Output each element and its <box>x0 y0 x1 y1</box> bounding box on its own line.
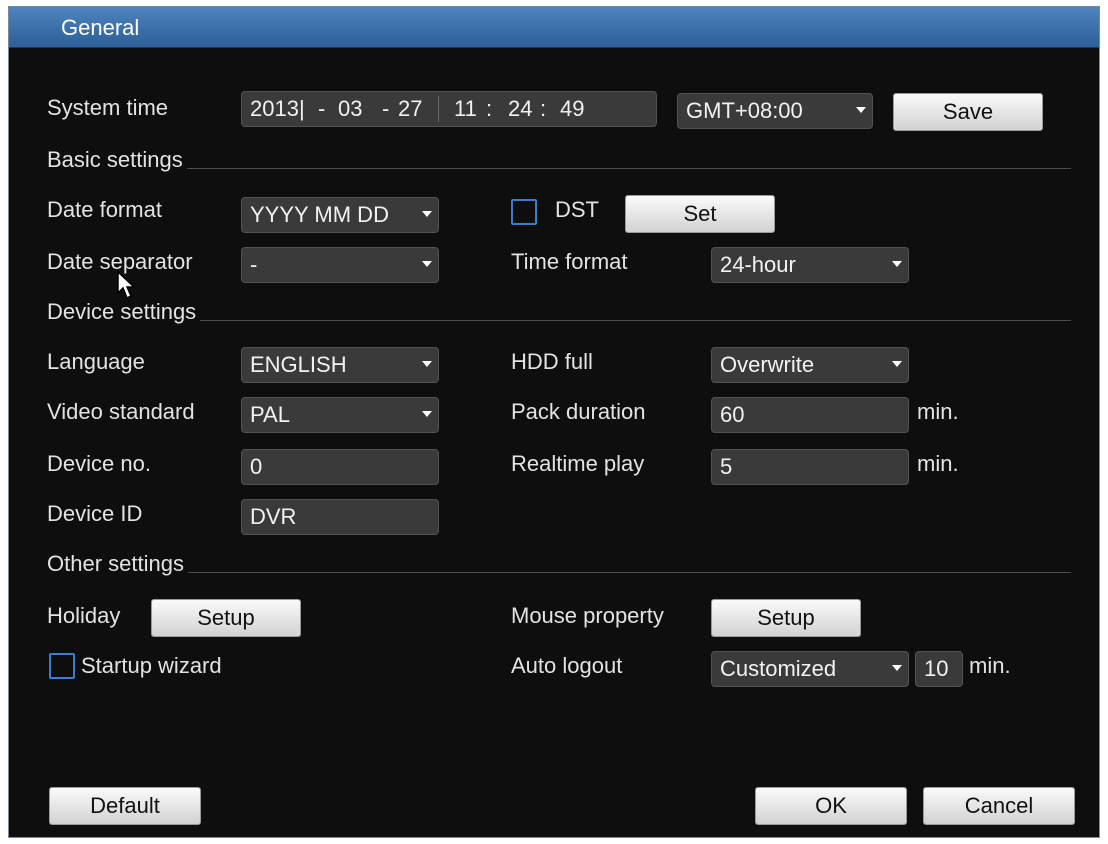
date-format-label: Date format <box>47 197 162 222</box>
system-time-input[interactable]: 2013| - 03 - 27 11 : 24 : 49 <box>241 91 657 127</box>
time-divider <box>438 96 439 122</box>
chevron-down-icon <box>892 261 902 267</box>
auto-logout-select[interactable]: Customized <box>711 651 909 687</box>
dst-checkbox[interactable] <box>511 199 537 225</box>
auto-logout-mode: Customized <box>720 656 837 681</box>
dst-label: DST <box>555 197 599 222</box>
auto-logout-label: Auto logout <box>511 653 623 678</box>
time-separator: - <box>382 96 390 121</box>
chevron-down-icon <box>422 361 432 367</box>
cancel-button[interactable]: Cancel <box>923 787 1075 825</box>
time-format-select[interactable]: 24-hour <box>711 247 909 283</box>
dst-set-button[interactable]: Set <box>625 195 775 233</box>
chevron-down-icon <box>422 211 432 217</box>
time-day[interactable]: 27 <box>398 92 422 126</box>
date-separator-value: - <box>250 252 258 277</box>
save-button[interactable]: Save <box>893 93 1043 131</box>
other-settings-section: Other settings <box>47 549 1071 577</box>
default-button[interactable]: Default <box>49 787 201 825</box>
device-no-label: Device no. <box>47 451 151 476</box>
date-format-value: YYYY MM DD <box>250 202 389 227</box>
chevron-down-icon <box>892 665 902 671</box>
realtime-play-unit: min. <box>917 451 959 476</box>
video-standard-value: PAL <box>250 402 290 427</box>
basic-settings-section: Basic settings <box>47 145 1071 173</box>
timezone-value: GMT+08:00 <box>686 98 803 123</box>
basic-settings-heading: Basic settings <box>47 147 183 172</box>
hdd-full-value: Overwrite <box>720 352 815 377</box>
general-settings-window: General System time 2013| - 03 - 27 11 :… <box>8 6 1100 838</box>
holiday-setup-button[interactable]: Setup <box>151 599 301 637</box>
device-settings-section: Device settings <box>47 297 1071 325</box>
pack-duration-input[interactable]: 60 <box>711 397 909 433</box>
mouse-property-label: Mouse property <box>511 603 664 628</box>
time-colon: : <box>486 96 493 121</box>
ok-button[interactable]: OK <box>755 787 907 825</box>
date-separator-select[interactable]: - <box>241 247 439 283</box>
pack-duration-label: Pack duration <box>511 399 646 424</box>
mouse-property-setup-button[interactable]: Setup <box>711 599 861 637</box>
device-settings-heading: Device settings <box>47 299 197 324</box>
device-id-label: Device ID <box>47 501 143 526</box>
time-year[interactable]: 2013| <box>250 92 305 126</box>
language-label: Language <box>47 349 145 374</box>
title-bar: General <box>9 7 1099 48</box>
auto-logout-minutes-input[interactable]: 10 <box>915 651 963 687</box>
video-standard-label: Video standard <box>47 399 195 424</box>
time-minute[interactable]: 24 <box>508 92 532 126</box>
pack-duration-unit: min. <box>917 399 959 424</box>
holiday-label: Holiday <box>47 603 121 628</box>
startup-wizard-checkbox[interactable] <box>49 653 75 679</box>
chevron-down-icon <box>422 411 432 417</box>
auto-logout-unit: min. <box>969 653 1011 678</box>
time-second[interactable]: 49 <box>560 92 584 126</box>
date-format-select[interactable]: YYYY MM DD <box>241 197 439 233</box>
hdd-full-select[interactable]: Overwrite <box>711 347 909 383</box>
realtime-play-label: Realtime play <box>511 451 645 476</box>
section-divider <box>200 320 1071 321</box>
time-hour[interactable]: 11 <box>454 92 477 126</box>
video-standard-select[interactable]: PAL <box>241 397 439 433</box>
startup-wizard-label: Startup wizard <box>81 653 222 678</box>
mouse-cursor-icon <box>117 271 136 300</box>
hdd-full-label: HDD full <box>511 349 593 374</box>
section-divider <box>186 168 1071 169</box>
language-value: ENGLISH <box>250 352 347 377</box>
system-time-label: System time <box>47 95 169 120</box>
chevron-down-icon <box>422 261 432 267</box>
section-divider <box>187 572 1071 573</box>
device-no-input[interactable]: 0 <box>241 449 439 485</box>
timezone-select[interactable]: GMT+08:00 <box>677 93 873 129</box>
other-settings-heading: Other settings <box>47 551 184 576</box>
time-format-value: 24-hour <box>720 252 796 277</box>
time-separator: - <box>318 96 326 121</box>
language-select[interactable]: ENGLISH <box>241 347 439 383</box>
window-title: General <box>61 15 140 40</box>
device-id-input[interactable]: DVR <box>241 499 439 535</box>
realtime-play-input[interactable]: 5 <box>711 449 909 485</box>
chevron-down-icon <box>856 107 866 113</box>
chevron-down-icon <box>892 361 902 367</box>
time-format-label: Time format <box>511 249 628 274</box>
time-month[interactable]: 03 <box>338 92 362 126</box>
time-colon: : <box>540 96 547 121</box>
